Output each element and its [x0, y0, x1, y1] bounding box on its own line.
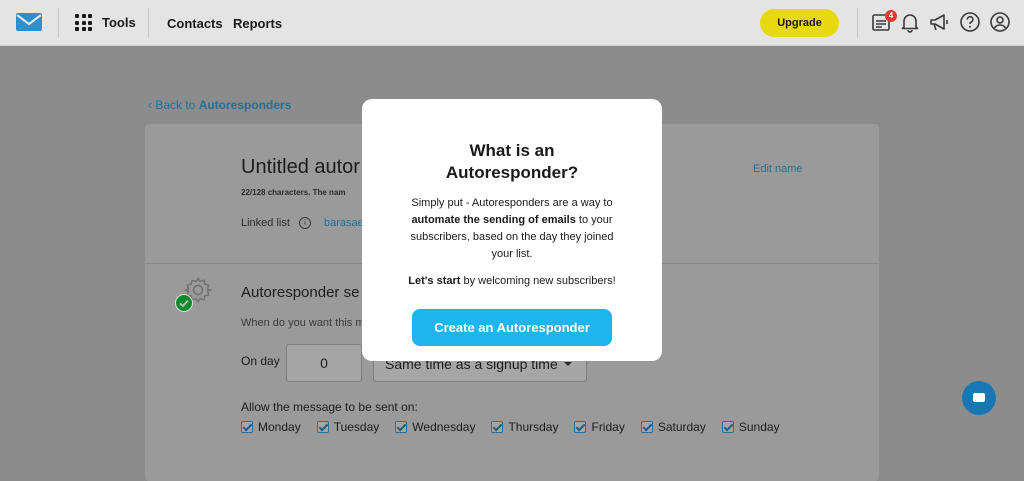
autoresponder-intro-modal: What is an Autoresponder? Simply put - A… [362, 99, 662, 361]
on-day-label: On day [241, 354, 280, 368]
help-icon[interactable] [959, 11, 981, 33]
checkbox-checked-icon[interactable] [316, 421, 329, 433]
day-checkbox-saturday[interactable]: Saturday [640, 420, 706, 434]
modal-start-text: by welcoming new subscribers! [460, 275, 616, 287]
modal-title-line2: Autoresponder? [445, 163, 579, 182]
account-icon[interactable] [989, 11, 1011, 33]
top-navigation-bar: Tools Contacts Reports Upgrade 4 [0, 0, 1024, 46]
linked-list-value[interactable]: barasae [324, 217, 364, 229]
weekday-checkbox-group: Monday Tuesday Wednesday Thursday Friday… [241, 420, 796, 434]
tools-label: Tools [102, 15, 136, 30]
day-checkbox-sunday[interactable]: Sunday [721, 420, 780, 434]
checkbox-checked-icon[interactable] [491, 421, 504, 433]
upgrade-button[interactable]: Upgrade [760, 9, 839, 37]
checkbox-checked-icon[interactable] [241, 421, 253, 433]
day-checkbox-monday[interactable]: Monday [241, 420, 301, 434]
back-link-target: Autoresponders [198, 98, 292, 112]
modal-start-hint: Let's start by welcoming new subscribers… [372, 275, 652, 287]
checkbox-checked-icon[interactable] [574, 421, 587, 433]
edit-name-link[interactable]: Edit name [753, 163, 803, 175]
chat-button[interactable] [962, 381, 996, 415]
checkbox-checked-icon[interactable] [395, 421, 408, 433]
nav-divider [58, 8, 59, 38]
settings-section-title: Autoresponder se [241, 284, 360, 301]
char-count-hint: 22/128 characters. The nam [241, 188, 346, 197]
modal-title-part: What [469, 141, 512, 160]
nav-divider [857, 8, 858, 38]
create-autoresponder-button[interactable]: Create an Autoresponder [412, 309, 612, 346]
modal-start-emphasis: Let's start [408, 275, 461, 287]
day-label: Thursday [508, 420, 559, 434]
back-link-prefix: ‹ Back to [148, 98, 199, 112]
modal-description: Simply put - Autoresponders are a way to… [402, 195, 622, 263]
linked-list-label: Linked list [241, 217, 290, 229]
info-icon[interactable]: i [299, 217, 311, 229]
day-label: Friday [591, 420, 625, 434]
modal-body-emphasis: automate the sending of emails [411, 214, 576, 226]
chat-icon [973, 393, 985, 402]
checkbox-checked-icon[interactable] [721, 421, 734, 433]
nav-contacts[interactable]: Contacts [167, 16, 223, 31]
day-label: Monday [258, 420, 301, 434]
day-checkbox-tuesday[interactable]: Tuesday [316, 420, 380, 434]
chevron-down-icon [564, 362, 572, 366]
envelope-logo-icon[interactable] [16, 13, 42, 31]
tools-menu[interactable]: Tools [75, 14, 136, 31]
nav-divider [148, 8, 149, 38]
modal-body-text: Simply put - Autoresponders are a way to [411, 197, 613, 209]
allow-days-label: Allow the message to be sent on: [241, 400, 418, 414]
day-checkbox-friday[interactable]: Friday [574, 420, 625, 434]
bell-icon[interactable] [899, 11, 921, 33]
check-badge-icon [175, 294, 193, 312]
on-day-input[interactable] [286, 344, 362, 382]
page-title[interactable]: Untitled autor [241, 156, 360, 179]
day-label: Sunday [738, 420, 780, 434]
checkbox-checked-icon[interactable] [640, 421, 653, 433]
modal-title-line1: What is an [362, 141, 662, 161]
modal-title-part: is an [511, 141, 555, 160]
megaphone-icon[interactable] [928, 11, 950, 33]
grid-icon [75, 14, 92, 31]
nav-reports[interactable]: Reports [233, 16, 282, 31]
day-label: Wednesday [412, 420, 476, 434]
day-label: Saturday [657, 420, 706, 434]
settings-question: When do you want this m [241, 317, 365, 329]
day-checkbox-thursday[interactable]: Thursday [491, 420, 558, 434]
day-label: Tuesday [333, 420, 380, 434]
notification-count-badge: 4 [885, 10, 897, 22]
back-to-autoresponders-link[interactable]: ‹ Back to Autoresponders [148, 98, 291, 112]
day-checkbox-wednesday[interactable]: Wednesday [395, 420, 475, 434]
